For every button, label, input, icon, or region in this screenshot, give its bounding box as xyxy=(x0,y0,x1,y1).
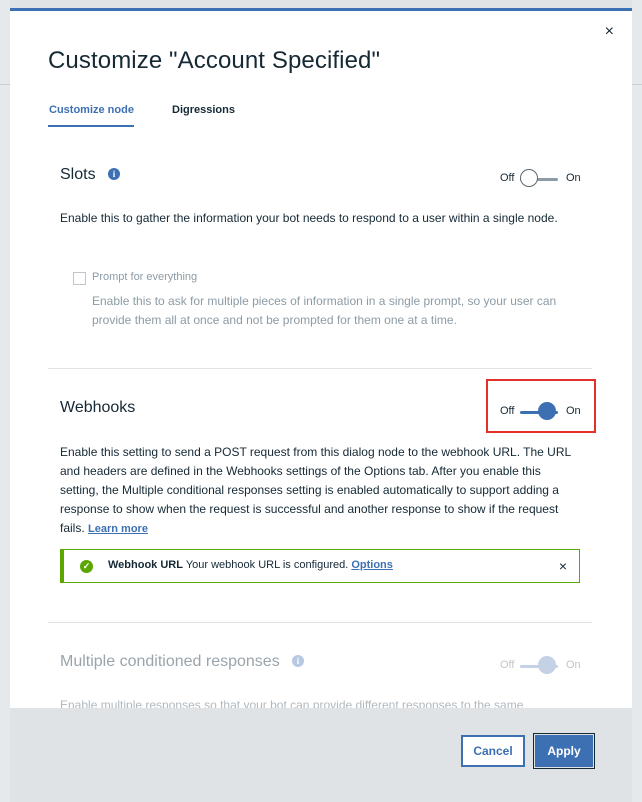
toggle-on-label: On xyxy=(566,659,581,671)
background-divider xyxy=(0,84,10,85)
toggle-on-label: On xyxy=(566,172,581,184)
checkmark-icon: ✓ xyxy=(80,560,93,573)
prompt-for-everything-checkbox[interactable] xyxy=(73,272,86,285)
multiple-responses-toggle: Off On xyxy=(500,656,590,676)
customize-node-modal: × Customize "Account Specified" Customiz… xyxy=(10,8,632,802)
apply-button[interactable]: Apply xyxy=(533,733,595,769)
toggle-knob[interactable] xyxy=(520,169,538,187)
info-icon[interactable]: i xyxy=(292,655,304,667)
learn-more-link[interactable]: Learn more xyxy=(88,523,148,535)
notification-text: Webhook URL Your webhook URL is configur… xyxy=(108,559,393,571)
cancel-button[interactable]: Cancel xyxy=(461,735,525,767)
multiple-responses-title: Multiple conditioned responses xyxy=(60,653,280,670)
close-icon[interactable]: × xyxy=(605,24,614,40)
background-divider xyxy=(632,84,642,85)
webhooks-description: Enable this setting to send a POST reque… xyxy=(60,443,575,539)
toggle-knob xyxy=(538,656,556,674)
section-divider xyxy=(48,368,592,369)
section-divider xyxy=(48,622,592,623)
tab-customize-node[interactable]: Customize node xyxy=(49,104,134,116)
webhooks-title: Webhooks xyxy=(60,399,136,416)
background-page-left xyxy=(0,0,10,802)
slots-toggle[interactable]: Off On xyxy=(500,169,590,189)
toggle-off-label: Off xyxy=(500,172,515,184)
options-link[interactable]: Options xyxy=(351,559,393,571)
webhooks-description-text: Enable this setting to send a POST reque… xyxy=(60,445,571,535)
prompt-description: Enable this to ask for multiple pieces o… xyxy=(92,294,557,327)
notification-message: Your webhook URL is configured. xyxy=(185,559,349,571)
toggle-off-label: Off xyxy=(500,659,515,671)
highlight-annotation xyxy=(486,379,596,433)
close-icon[interactable]: × xyxy=(559,558,567,574)
slots-title: Slots xyxy=(60,166,96,183)
tab-digressions[interactable]: Digressions xyxy=(172,104,235,116)
modal-footer: Cancel Apply xyxy=(10,708,632,802)
prompt-for-everything-label: Prompt for everything xyxy=(92,271,198,283)
info-icon[interactable]: i xyxy=(108,168,120,180)
slots-description: Enable this to gather the information yo… xyxy=(60,211,558,225)
webhook-url-notification: ✓ Webhook URL Your webhook URL is config… xyxy=(60,549,580,583)
modal-title: Customize "Account Specified" xyxy=(48,47,381,74)
notification-title: Webhook URL xyxy=(108,559,183,571)
background-page-right xyxy=(632,0,642,802)
active-tab-indicator xyxy=(48,125,134,127)
